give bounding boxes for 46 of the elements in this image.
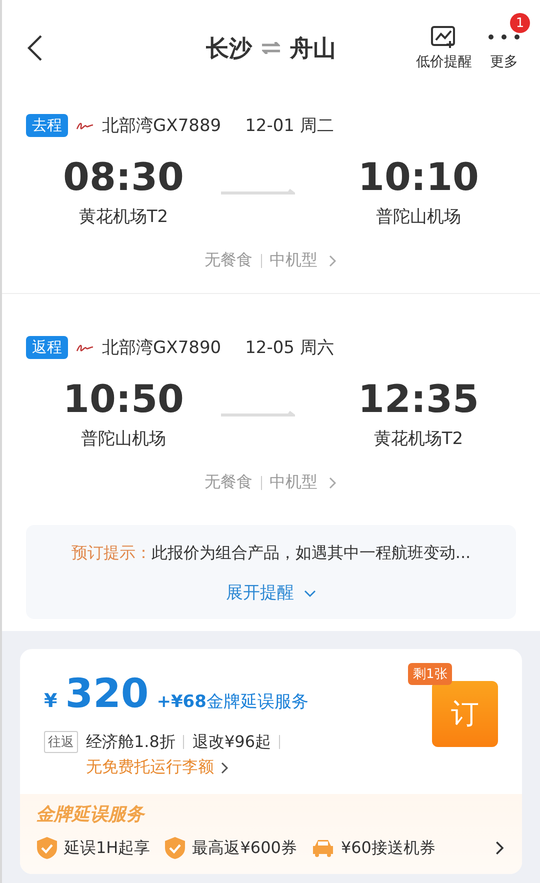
price-alert-button[interactable]: 低价提醒: [408, 25, 480, 71]
notice-text: 预订提示：此报价为组合产品，如遇其中一程航班变动...: [71, 543, 471, 564]
meal-info: 无餐食: [204, 472, 252, 493]
addon-service: +¥68金牌延误服务: [156, 691, 308, 713]
arrive-time: 12:35: [358, 377, 479, 421]
service-title: 金牌延误服务: [36, 804, 144, 825]
book-button[interactable]: 订: [432, 681, 498, 747]
arrive-time: 10:10: [358, 155, 479, 199]
arrive-airport: 普陀山机场: [376, 206, 461, 228]
aircraft-type: 中机型: [270, 472, 318, 493]
benefit-text: 最高返¥600券: [192, 838, 297, 858]
round-trip-tag: 往返: [44, 731, 78, 753]
notification-badge: 1: [510, 13, 530, 33]
round-trip-icon: [262, 42, 280, 54]
seats-left-badge: 剩1张: [408, 663, 452, 685]
shield-check-icon: [164, 836, 186, 860]
currency-symbol: ¥: [44, 690, 58, 712]
depart-airport: 黄花机场T2: [78, 206, 168, 228]
trip-tag: 去程: [26, 114, 68, 137]
more-icon: [488, 34, 520, 40]
flight-number: 北部湾GX7889: [102, 115, 222, 137]
depart-time: 10:50: [63, 377, 184, 421]
depart-time: 08:30: [63, 155, 184, 199]
chart-plus-icon: [430, 25, 458, 49]
meal-info: 无餐食: [204, 250, 252, 271]
refund-fee: 退改¥96起: [192, 732, 271, 752]
trip-tag: 返程: [26, 336, 68, 359]
airline-logo-icon: [76, 120, 94, 130]
benefit-text: ¥60接送机券: [340, 838, 436, 858]
destination-city: 舟山: [290, 34, 336, 64]
baggage-link[interactable]: 无免费托运行李额: [86, 757, 230, 778]
car-icon: [310, 838, 335, 858]
shield-check-icon: [36, 836, 58, 860]
depart-airport: 普陀山机场: [81, 428, 166, 450]
expand-button[interactable]: 展开提醒: [220, 580, 322, 605]
flight-date: 12-01 周二: [245, 115, 334, 137]
arrive-airport: 黄花机场T2: [374, 428, 464, 450]
cabin-discount: 经济舱1.8折: [86, 732, 176, 752]
airline-logo-icon: [76, 342, 94, 352]
price: 320: [65, 671, 149, 717]
back-button[interactable]: [26, 34, 44, 62]
flight-date: 12-05 周六: [245, 337, 334, 359]
aircraft-type: 中机型: [270, 250, 318, 271]
benefit-text: 延误1H起享: [64, 838, 150, 858]
origin-city: 长沙: [206, 34, 252, 64]
flight-number: 北部湾GX7890: [102, 337, 222, 359]
